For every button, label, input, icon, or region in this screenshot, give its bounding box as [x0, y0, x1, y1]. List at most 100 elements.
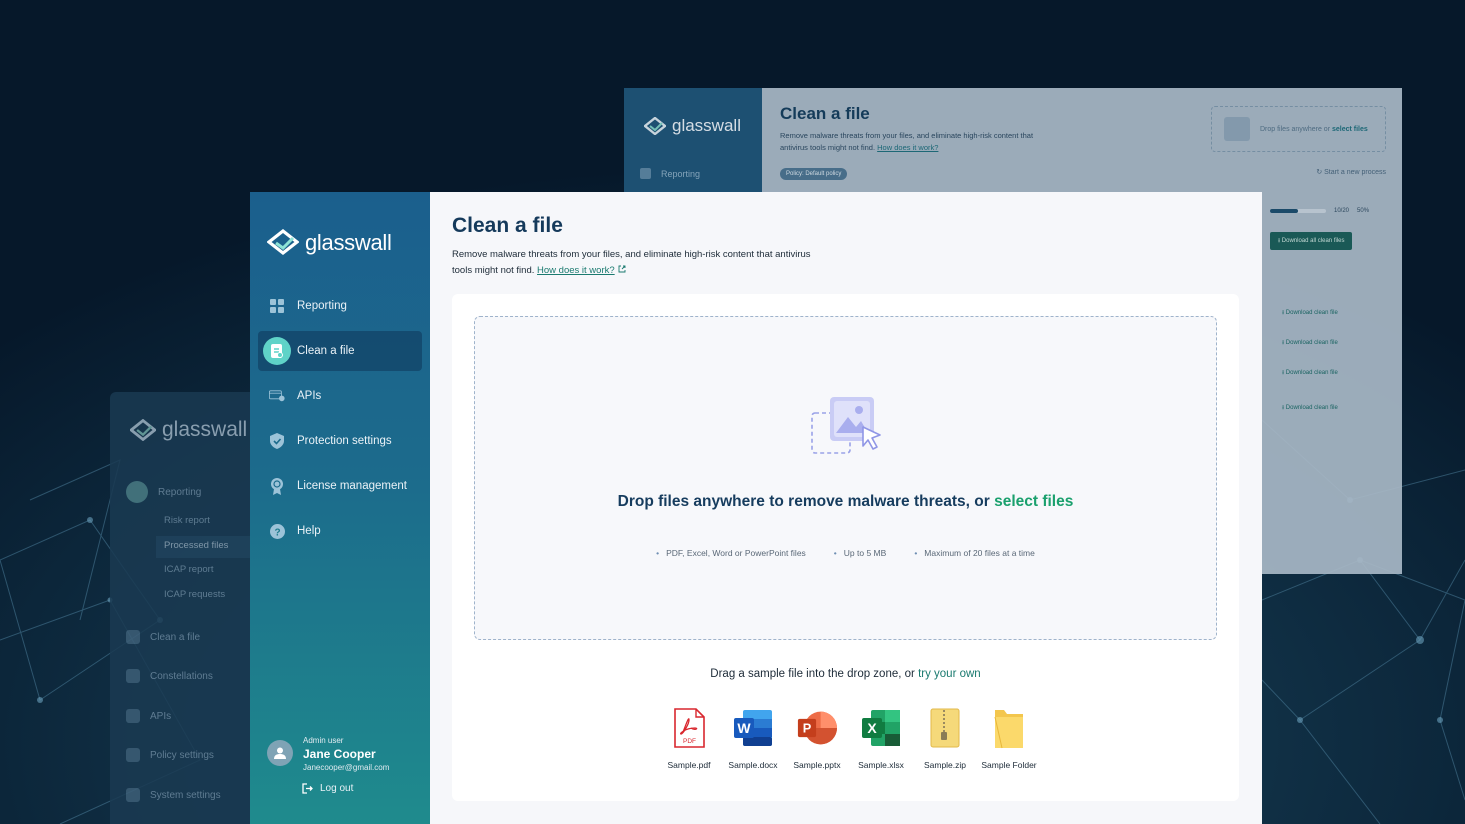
- glasswall-logo-icon: [130, 419, 156, 441]
- background-dropzone: Drop files anywhere or select files: [1211, 106, 1386, 152]
- file-dropzone[interactable]: Drop files anywhere to remove malware th…: [474, 316, 1217, 640]
- shield-icon: [126, 748, 140, 762]
- logout-icon: [302, 783, 313, 794]
- download-all-button: ⭳ Download all clean files: [1270, 232, 1353, 250]
- page-description: Remove malware threats from your files, …: [452, 247, 812, 279]
- select-files-link[interactable]: select files: [994, 493, 1073, 510]
- nav-sub-icap-report: ICAP report: [164, 564, 214, 575]
- sidebar-item-reporting[interactable]: Reporting: [258, 286, 422, 326]
- svg-text:P: P: [803, 721, 812, 736]
- sidebar-item-label: Reporting: [297, 300, 347, 312]
- nav-sub-icap-requests: ICAP requests: [164, 589, 226, 600]
- sample-file-name: Sample.zip: [923, 760, 967, 770]
- powerpoint-icon: P: [797, 706, 837, 750]
- shield-icon: [269, 433, 285, 449]
- dropzone-requirements: PDF, Excel, Word or PowerPoint files Up …: [475, 548, 1216, 558]
- requirement-file-size: Up to 5 MB: [834, 548, 887, 558]
- sample-files-instructions: Drag a sample file into the drop zone, o…: [452, 668, 1239, 680]
- sidebar-item-protection-settings[interactable]: Protection settings: [258, 421, 422, 461]
- sidebar-item-license-management[interactable]: License management: [258, 466, 422, 506]
- start-new-process-label: Start a new process: [1324, 169, 1386, 176]
- user-role: Admin user: [303, 736, 344, 745]
- background-nav-constellations: Constellations: [126, 669, 213, 683]
- requirement-file-types: PDF, Excel, Word or PowerPoint files: [656, 548, 806, 558]
- zip-icon: [925, 706, 965, 750]
- nav-label: Reporting: [158, 486, 202, 498]
- drop-text: Drop files anywhere or: [1260, 125, 1331, 133]
- how-it-works-link[interactable]: How does it work?: [537, 265, 615, 276]
- sample-file-name: Sample.pptx: [793, 760, 841, 770]
- logo-text: glasswall: [305, 230, 392, 255]
- start-new-process: ↻ Start a new process: [1316, 169, 1386, 176]
- nav-label: System settings: [150, 789, 221, 801]
- requirement-file-count: Maximum of 20 files at a time: [914, 548, 1035, 558]
- progress-indicator: 10/20 50%: [1270, 208, 1369, 214]
- background-nav-apis: APIs: [126, 709, 171, 723]
- folder-icon: [989, 706, 1029, 750]
- sidebar-item-label: APIs: [297, 390, 322, 402]
- dropzone-instructions: Drop files anywhere to remove malware th…: [475, 493, 1216, 511]
- sidebar-item-apis[interactable]: APIs: [258, 376, 422, 416]
- page-title: Clean a file: [452, 214, 563, 237]
- upload-image-icon: [1224, 117, 1250, 141]
- sample-file-name: Sample.docx: [728, 760, 778, 770]
- sample-file-pptx[interactable]: P Sample.pptx: [785, 706, 849, 770]
- clean-file-icon: [126, 630, 140, 644]
- download-all-label: Download all clean files: [1281, 238, 1345, 244]
- how-it-works-link: How does it work?: [877, 143, 939, 152]
- logout-button[interactable]: Log out: [302, 783, 353, 794]
- sample-file-name: Sample.pdf: [667, 760, 711, 770]
- api-card-icon: [126, 709, 140, 723]
- glasswall-logo-icon: [644, 117, 666, 135]
- sample-file-docx[interactable]: W Sample.docx: [721, 706, 785, 770]
- sample-file-name: Sample.xlsx: [858, 760, 904, 770]
- background-page-description: Remove malware threats from your files, …: [780, 130, 1050, 154]
- badge-icon: [269, 477, 285, 495]
- background-nav-system: System settings: [126, 788, 221, 802]
- sidebar: glasswall Reporting Clean a file APIs Pr: [250, 192, 430, 824]
- excel-icon: X: [861, 706, 901, 750]
- help-icon: ?: [269, 523, 285, 539]
- user-icon: [274, 747, 286, 759]
- download-label: Download clean file: [1285, 370, 1338, 376]
- sample-files-list: PDF Sample.pdf W Sample.docx P Sample.pp…: [657, 706, 1041, 770]
- external-link-icon: [618, 265, 626, 273]
- grid-icon: [269, 298, 285, 314]
- svg-text:W: W: [737, 720, 751, 736]
- download-clean-file-link: ⭳ Download clean file: [1282, 405, 1338, 411]
- sample-folder[interactable]: Sample Folder: [977, 706, 1041, 770]
- sidebar-item-label: Help: [297, 525, 321, 537]
- user-name: Jane Cooper: [303, 747, 376, 761]
- background-nav-reporting: Reporting: [640, 168, 700, 179]
- clean-file-icon: [263, 337, 291, 365]
- main-window: glasswall Reporting Clean a file APIs Pr: [250, 192, 1262, 824]
- nav-sub-risk-report: Risk report: [164, 515, 210, 526]
- background-nav-reporting: Reporting: [126, 481, 201, 503]
- try-your-own-link[interactable]: try your own: [918, 668, 981, 680]
- avatar: [267, 740, 293, 766]
- download-clean-file-link: ⭳ Download clean file: [1282, 340, 1338, 346]
- description-text: Remove malware threats from your files, …: [452, 249, 811, 276]
- grid-icon: [126, 481, 148, 503]
- nav-label: Policy settings: [150, 749, 214, 761]
- background-window-left: glasswall Reporting Risk report Processe…: [110, 392, 270, 824]
- nav-sub-processed-files: Processed files: [164, 540, 229, 551]
- download-clean-file-link: ⭳ Download clean file: [1282, 310, 1338, 316]
- sidebar-item-label: License management: [297, 480, 407, 492]
- sidebar-item-clean-a-file[interactable]: Clean a file: [258, 331, 422, 371]
- progress-count: 10/20: [1334, 208, 1350, 214]
- user-profile: Admin user Jane Cooper Janecooper@gmail.…: [267, 736, 389, 772]
- sidebar-item-help[interactable]: ? Help: [258, 511, 422, 551]
- glasswall-logo-icon: [267, 229, 299, 256]
- logo[interactable]: glasswall: [267, 229, 392, 257]
- logo-text: glasswall: [162, 418, 248, 441]
- sample-file-xlsx[interactable]: X Sample.xlsx: [849, 706, 913, 770]
- sample-file-zip[interactable]: Sample.zip: [913, 706, 977, 770]
- sample-file-pdf[interactable]: PDF Sample.pdf: [657, 706, 721, 770]
- nav-label: Reporting: [661, 168, 701, 179]
- gear-icon: [126, 788, 140, 802]
- main-content: Clean a file Remove malware threats from…: [430, 192, 1262, 824]
- progress-bar: [1270, 209, 1326, 213]
- svg-text:?: ?: [274, 527, 280, 538]
- logo-text: glasswall: [672, 116, 741, 135]
